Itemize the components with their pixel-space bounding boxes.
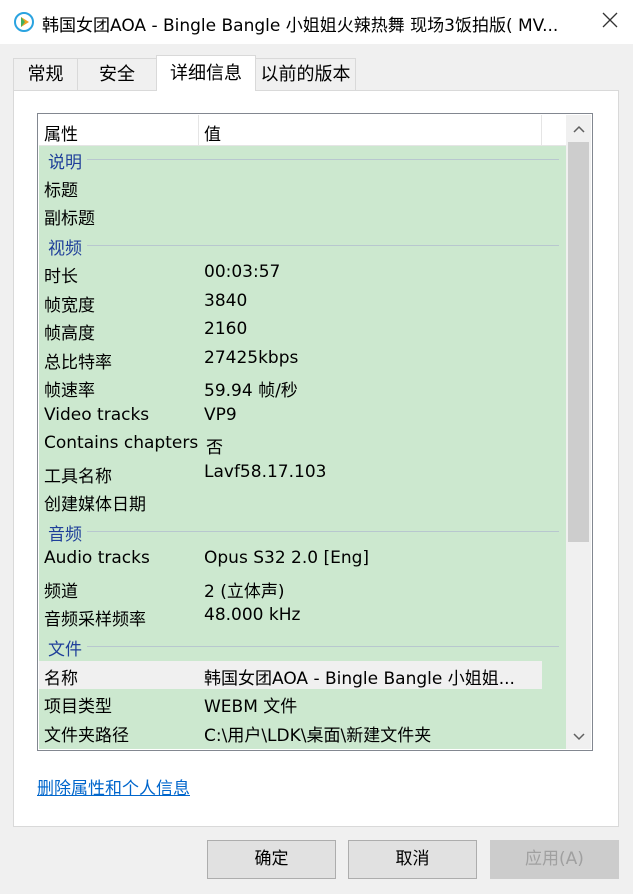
property-name: 工具名称 bbox=[44, 467, 112, 487]
tab-general[interactable]: 常规 bbox=[13, 58, 78, 90]
list-item[interactable]: 音频采样频率 48.000 kHz bbox=[39, 602, 566, 630]
remove-properties-link[interactable]: 删除属性和个人信息 bbox=[37, 774, 190, 799]
property-value: 否 bbox=[206, 438, 223, 458]
property-name: 标题 bbox=[44, 181, 78, 201]
property-name: 总比特率 bbox=[44, 353, 112, 373]
group-divider bbox=[87, 646, 559, 647]
property-name: 时长 bbox=[44, 267, 78, 287]
property-value: 00:03:57 bbox=[204, 262, 281, 282]
property-name: 帧速率 bbox=[44, 381, 95, 401]
column-divider[interactable] bbox=[198, 115, 199, 145]
column-divider[interactable] bbox=[541, 115, 542, 145]
group-video: 视频 bbox=[39, 231, 566, 259]
tab-previous-versions[interactable]: 以前的版本 bbox=[255, 58, 356, 90]
list-item-selected[interactable]: 名称 韩国女团AOA - Bingle Bangle 小姐姐... bbox=[39, 661, 566, 689]
property-value: 27425kbps bbox=[204, 348, 299, 368]
chevron-down-icon bbox=[572, 726, 585, 746]
list-item[interactable]: 帧宽度 3840 bbox=[39, 288, 566, 316]
close-button[interactable] bbox=[587, 0, 633, 44]
group-title: 音频 bbox=[48, 520, 84, 545]
chevron-up-icon bbox=[572, 118, 585, 138]
list-item[interactable]: 项目类型 WEBM 文件 bbox=[39, 689, 566, 717]
list-item[interactable]: Contains chapters 否 bbox=[39, 430, 566, 458]
property-name: 名称 bbox=[44, 669, 78, 689]
apply-button[interactable]: 应用(A) bbox=[490, 840, 619, 879]
ok-button[interactable]: 确定 bbox=[207, 840, 336, 879]
group-divider bbox=[87, 245, 559, 246]
property-name: 创建媒体日期 bbox=[44, 495, 146, 515]
group-file: 文件 bbox=[39, 632, 566, 660]
property-name: 文件夹路径 bbox=[44, 726, 129, 746]
property-value: Lavf58.17.103 bbox=[204, 462, 327, 482]
group-divider bbox=[87, 159, 559, 160]
property-name: Contains chapters bbox=[44, 433, 199, 453]
scroll-down-button[interactable] bbox=[566, 723, 591, 749]
list-item[interactable]: 频道 2 (立体声) bbox=[39, 574, 566, 602]
tab-security[interactable]: 安全 bbox=[77, 58, 157, 90]
property-value: 3840 bbox=[204, 291, 248, 311]
property-name: Video tracks bbox=[44, 405, 150, 425]
property-value: Opus S32 2.0 [Eng] bbox=[204, 548, 370, 568]
column-header-property[interactable]: 属性 bbox=[44, 120, 78, 145]
property-value: C:\用户\LDK\桌面\新建文件夹 bbox=[204, 726, 432, 746]
list-item[interactable]: 工具名称 Lavf58.17.103 bbox=[39, 459, 566, 487]
group-title: 说明 bbox=[48, 148, 84, 173]
properties-list-body: 属性 值 说明 标题 副标题 视频 时长 00:03:57 帧宽度 3840 帧… bbox=[39, 115, 566, 749]
property-value: 48.000 kHz bbox=[204, 605, 301, 625]
list-item[interactable]: 文件夹路径 C:\用户\LDK\桌面\新建文件夹 bbox=[39, 718, 566, 746]
list-item[interactable]: 总比特率 27425kbps bbox=[39, 345, 566, 373]
property-value: WEBM 文件 bbox=[204, 697, 298, 717]
property-value: 韩国女团AOA - Bingle Bangle 小姐姐... bbox=[204, 669, 515, 689]
title-bar: 韩国女团AOA - Bingle Bangle 小姐姐火辣热舞 现场3饭拍版( … bbox=[0, 0, 633, 44]
property-name: Audio tracks bbox=[44, 548, 150, 568]
property-name: 副标题 bbox=[44, 209, 95, 229]
property-name: 音频采样频率 bbox=[44, 610, 146, 630]
group-description: 说明 bbox=[39, 145, 566, 173]
property-name: 频道 bbox=[44, 582, 78, 602]
group-title: 视频 bbox=[48, 234, 84, 259]
window-title: 韩国女团AOA - Bingle Bangle 小姐姐火辣热舞 现场3饭拍版( … bbox=[42, 16, 559, 36]
list-item[interactable]: Audio tracks Opus S32 2.0 [Eng] bbox=[39, 545, 566, 573]
list-header: 属性 值 bbox=[39, 115, 566, 146]
list-item[interactable]: Video tracks VP9 bbox=[39, 402, 566, 430]
list-item[interactable]: 创建媒体日期 bbox=[39, 487, 566, 515]
list-item[interactable]: 帧速率 59.94 帧/秒 bbox=[39, 373, 566, 401]
properties-list[interactable]: 属性 值 说明 标题 副标题 视频 时长 00:03:57 帧宽度 3840 帧… bbox=[37, 113, 593, 751]
scrollbar-thumb[interactable] bbox=[568, 142, 589, 542]
property-value: 2160 bbox=[204, 319, 248, 339]
property-value: 2 (立体声) bbox=[204, 582, 285, 602]
list-item[interactable]: 帧高度 2160 bbox=[39, 316, 566, 344]
list-item[interactable]: 时长 00:03:57 bbox=[39, 259, 566, 287]
property-value: 59.94 帧/秒 bbox=[204, 381, 298, 401]
vertical-scrollbar[interactable] bbox=[566, 115, 591, 749]
media-player-icon bbox=[14, 12, 34, 32]
scroll-up-button[interactable] bbox=[566, 115, 591, 141]
property-name: 项目类型 bbox=[44, 697, 112, 717]
column-header-value[interactable]: 值 bbox=[204, 120, 221, 145]
group-title: 文件 bbox=[48, 635, 84, 660]
group-divider bbox=[87, 531, 559, 532]
property-value: VP9 bbox=[204, 405, 237, 425]
properties-dialog: 韩国女团AOA - Bingle Bangle 小姐姐火辣热舞 现场3饭拍版( … bbox=[0, 0, 633, 894]
close-icon bbox=[602, 12, 618, 33]
cancel-button[interactable]: 取消 bbox=[348, 840, 477, 879]
list-item[interactable]: 副标题 bbox=[39, 201, 566, 229]
group-audio: 音频 bbox=[39, 517, 566, 545]
property-name: 帧高度 bbox=[44, 324, 95, 344]
property-name: 帧宽度 bbox=[44, 296, 95, 316]
list-item[interactable]: 标题 bbox=[39, 173, 566, 201]
tab-details[interactable]: 详细信息 bbox=[156, 55, 256, 91]
